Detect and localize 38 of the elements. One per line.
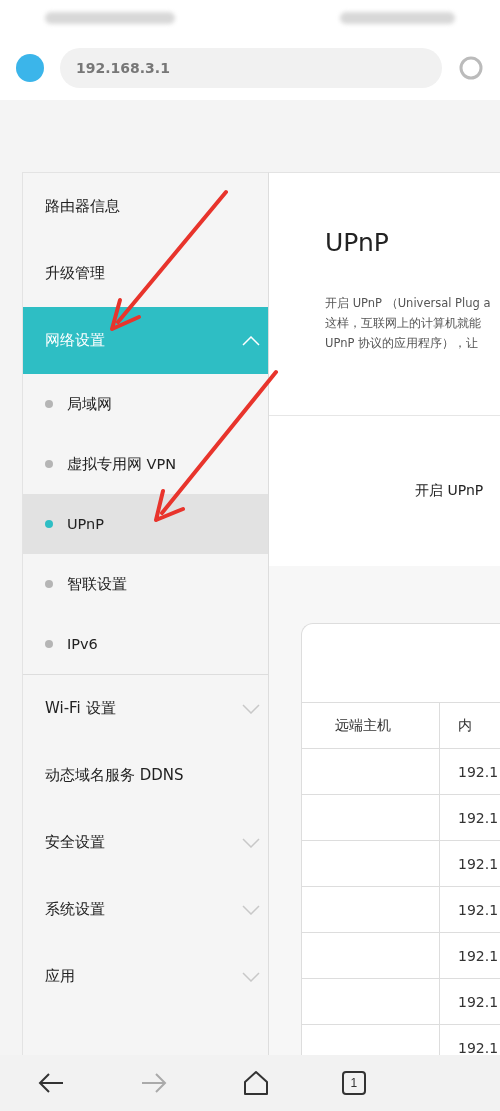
submenu-item[interactable]: 智联设置	[23, 554, 268, 614]
description-text: 开启 UPnP （Universal Plug a	[325, 295, 492, 312]
bullet-icon	[45, 400, 53, 408]
table-cell: 192.1	[439, 978, 500, 1025]
setting-label: 开启 UPnP	[415, 482, 484, 500]
address-field[interactable]: 192.168.3.1	[60, 48, 442, 88]
submenu-item[interactable]: IPv6	[23, 614, 268, 674]
table-cell: 192.1	[439, 748, 500, 795]
site-icon	[16, 54, 44, 82]
column-header: 内	[439, 702, 500, 749]
bullet-icon	[45, 520, 53, 528]
chevron-icon	[242, 837, 260, 848]
menu-item[interactable]: 安全设置	[23, 809, 268, 876]
menu-item[interactable]: 路由器信息	[23, 173, 268, 240]
table-cell: 192.1	[439, 886, 500, 933]
table-cell: 192.1	[439, 794, 500, 841]
description-text: UPnP 协议的应用程序），让	[325, 335, 480, 352]
chevron-icon	[242, 335, 260, 346]
description-text: 这样，互联网上的计算机就能	[325, 315, 482, 332]
menu-item[interactable]: 动态域名服务 DDNS	[23, 742, 268, 809]
page-title: UPnP	[325, 228, 390, 257]
column-header: 远端主机	[302, 702, 440, 749]
table-cell: 192.1	[439, 840, 500, 887]
menu-item[interactable]: 系统设置	[23, 876, 268, 943]
submenu-item[interactable]: UPnP	[23, 494, 268, 554]
table-cell: 192.1	[439, 932, 500, 979]
submenu-item[interactable]: 虚拟专用网 VPN	[23, 434, 268, 494]
bullet-icon	[45, 460, 53, 468]
menu-item[interactable]: Wi-Fi 设置	[23, 675, 268, 742]
menu-item[interactable]: 升级管理	[23, 240, 268, 307]
menu-item[interactable]: 应用	[23, 943, 268, 1010]
bullet-icon	[45, 580, 53, 588]
chevron-icon	[242, 971, 260, 982]
chevron-icon	[242, 904, 260, 915]
tabs-button[interactable]: 1	[341, 1071, 366, 1095]
submenu-item[interactable]: 局域网	[23, 374, 268, 434]
bullet-icon	[45, 640, 53, 648]
chevron-icon	[242, 703, 260, 714]
